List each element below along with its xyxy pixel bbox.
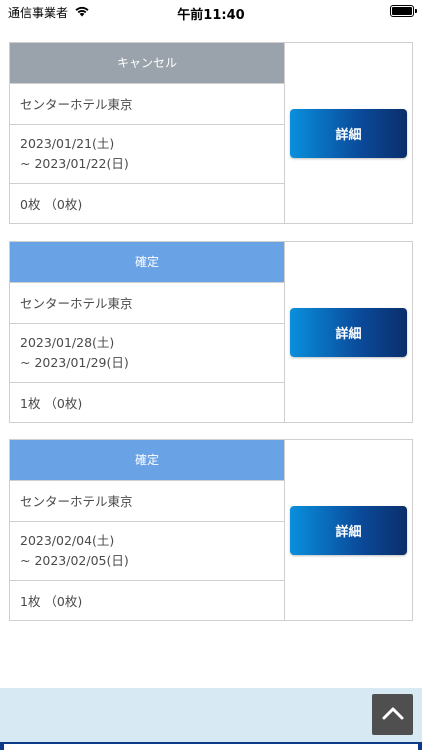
scroll-to-top-button[interactable] [372, 694, 413, 735]
clock: 午前11:40 [177, 8, 245, 23]
status-badge: キャンセル [10, 43, 284, 83]
status-bar: 通信事業者 午前11:40 [0, 0, 422, 24]
date-from: 2023/02/04(土) [20, 532, 115, 548]
status-badge: 確定 [10, 440, 284, 480]
booking-card: 確定 センターホテル東京 2023/02/04(土) ~ 2023/02/05(… [9, 439, 413, 621]
ticket-count: 1枚 （0枚) [10, 382, 284, 422]
booking-card: キャンセル センターホテル東京 2023/01/21(土) ~ 2023/01/… [9, 42, 413, 224]
hotel-name: センターホテル東京 [10, 82, 284, 124]
battery-icon [390, 5, 417, 17]
ticket-count-text: 0枚 （0枚) [20, 197, 83, 213]
detail-button[interactable]: 詳細 [290, 307, 407, 357]
date-to: ~ 2023/01/29(日) [20, 354, 129, 370]
booking-info: キャンセル センターホテル東京 2023/01/21(土) ~ 2023/01/… [10, 43, 285, 223]
booking-actions: 詳細 [285, 242, 412, 422]
hotel-name: センターホテル東京 [10, 281, 284, 323]
stay-dates: 2023/02/04(土) ~ 2023/02/05(日) [10, 520, 284, 581]
stay-dates: 2023/01/28(土) ~ 2023/01/29(日) [10, 322, 284, 383]
ticket-count-text: 1枚 （0枚) [20, 594, 83, 610]
detail-button[interactable]: 詳細 [290, 108, 407, 158]
booking-info: 確定 センターホテル東京 2023/02/04(土) ~ 2023/02/05(… [10, 440, 285, 620]
ticket-count-text: 1枚 （0枚) [20, 396, 83, 412]
date-from: 2023/01/21(土) [20, 135, 115, 151]
chevron-up-icon [382, 705, 404, 724]
stay-dates: 2023/01/21(土) ~ 2023/01/22(日) [10, 123, 284, 184]
booking-card: 確定 センターホテル東京 2023/01/28(土) ~ 2023/01/29(… [9, 241, 413, 423]
booking-info: 確定 センターホテル東京 2023/01/28(土) ~ 2023/01/29(… [10, 242, 285, 422]
detail-button[interactable]: 詳細 [290, 505, 407, 555]
ticket-count: 1枚 （0枚) [10, 580, 284, 620]
hotel-name-text: センターホテル東京 [20, 296, 133, 312]
ticket-count: 0枚 （0枚) [10, 183, 284, 223]
booking-actions: 詳細 [285, 440, 412, 620]
hotel-name-text: センターホテル東京 [20, 97, 133, 113]
footer-bar [4, 744, 418, 750]
date-to: ~ 2023/02/05(日) [20, 552, 129, 568]
booking-actions: 詳細 [285, 43, 412, 223]
status-badge: 確定 [10, 242, 284, 282]
hotel-name: センターホテル東京 [10, 479, 284, 521]
date-to: ~ 2023/01/22(日) [20, 155, 129, 171]
footer-band [0, 688, 422, 750]
date-from: 2023/01/28(土) [20, 334, 115, 350]
hotel-name-text: センターホテル東京 [20, 494, 133, 510]
